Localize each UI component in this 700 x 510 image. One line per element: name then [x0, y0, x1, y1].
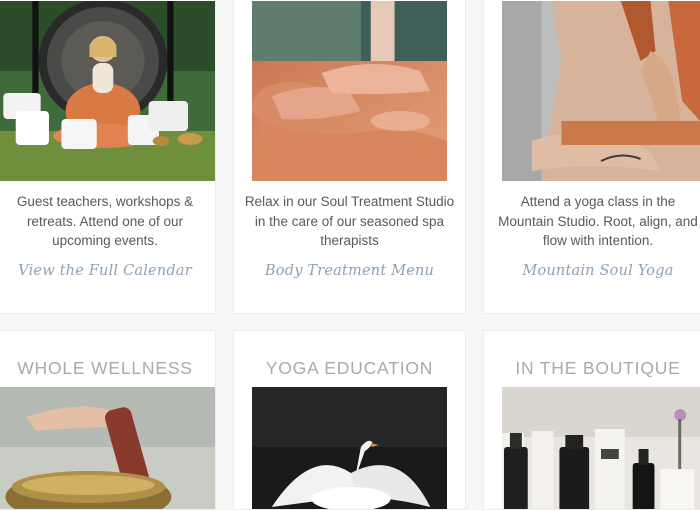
card-description: Attend a yoga class in the Mountain Stud… [498, 194, 698, 248]
skincare-products-photo [502, 387, 700, 509]
yoga-back-prayer-photo [502, 1, 700, 181]
swan-photo [252, 387, 447, 509]
wellness-card: WHOLE WELLNESS [0, 330, 216, 510]
singing-bowl-photo [0, 387, 215, 509]
card-title: WHOLE WELLNESS [17, 358, 193, 378]
gong-meditation-photo [0, 1, 215, 181]
card-description: Guest teachers, workshops & retreats. At… [16, 194, 194, 248]
body-treatment-menu-link[interactable]: Body Treatment Menu [234, 263, 465, 279]
card-description: Relax in our Soul Treatment Studio in th… [244, 194, 455, 248]
yoga-card: Attend a yoga class in the Mountain Stud… [483, 0, 700, 314]
treatment-card: Relax in our Soul Treatment Studio in th… [233, 0, 466, 314]
view-full-calendar-link[interactable]: View the Full Calendar [0, 263, 215, 279]
massage-photo [252, 1, 447, 181]
event-card: Guest teachers, workshops & retreats. At… [0, 0, 216, 314]
yoga-education-card: YOGA EDUCATION [233, 330, 466, 510]
card-title: YOGA EDUCATION [265, 358, 434, 378]
mountain-soul-yoga-link[interactable]: Mountain Soul Yoga [484, 263, 700, 279]
boutique-card: IN THE BOUTIQUE [483, 330, 700, 510]
card-title: IN THE BOUTIQUE [515, 358, 681, 378]
